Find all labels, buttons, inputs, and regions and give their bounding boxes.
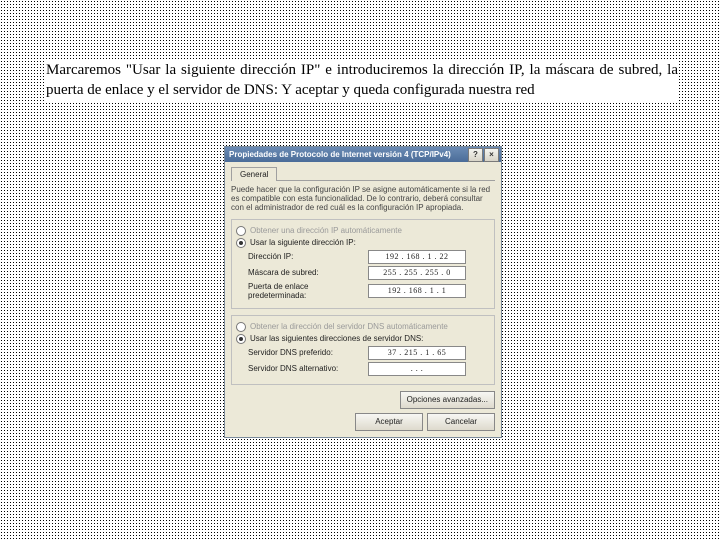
window-title: Propiedades de Protocolo de Internet ver… bbox=[227, 150, 467, 159]
description-text: Puede hacer que la configuración IP se a… bbox=[231, 185, 495, 213]
ok-button[interactable]: Aceptar bbox=[355, 413, 423, 431]
radio-icon bbox=[236, 226, 246, 236]
tab-general[interactable]: General bbox=[231, 167, 277, 181]
dns2-input[interactable]: . . . bbox=[368, 362, 466, 376]
radio-static-ip-label: Usar la siguiente dirección IP: bbox=[250, 238, 356, 247]
titlebar[interactable]: Propiedades de Protocolo de Internet ver… bbox=[225, 147, 501, 162]
advanced-button[interactable]: Opciones avanzadas... bbox=[400, 391, 495, 409]
radio-static-dns-label: Usar las siguientes direcciones de servi… bbox=[250, 334, 423, 343]
radio-static-dns[interactable]: Usar las siguientes direcciones de servi… bbox=[236, 334, 490, 344]
dns2-label: Servidor DNS alternativo: bbox=[248, 364, 368, 373]
radio-auto-dns: Obtener la dirección del servidor DNS au… bbox=[236, 322, 490, 332]
radio-static-ip[interactable]: Usar la siguiente dirección IP: bbox=[236, 238, 490, 248]
tab-strip: General bbox=[231, 166, 495, 181]
radio-auto-ip[interactable]: Obtener una dirección IP automáticamente bbox=[236, 226, 490, 236]
radio-auto-dns-label: Obtener la dirección del servidor DNS au… bbox=[250, 322, 448, 331]
radio-icon bbox=[236, 238, 246, 248]
dns1-label: Servidor DNS preferido: bbox=[248, 348, 368, 357]
instruction-text: Marcaremos "Usar la siguiente dirección … bbox=[46, 60, 678, 101]
mask-label: Máscara de subred: bbox=[248, 268, 368, 277]
tcpip-properties-dialog: Propiedades de Protocolo de Internet ver… bbox=[224, 146, 502, 438]
radio-icon bbox=[236, 322, 246, 332]
ip-input[interactable]: 192 . 168 . 1 . 22 bbox=[368, 250, 466, 264]
mask-input[interactable]: 255 . 255 . 255 . 0 bbox=[368, 266, 466, 280]
radio-icon bbox=[236, 334, 246, 344]
dns1-input[interactable]: 37 . 215 . 1 . 65 bbox=[368, 346, 466, 360]
gateway-label: Puerta de enlace predeterminada: bbox=[248, 282, 368, 300]
cancel-button[interactable]: Cancelar bbox=[427, 413, 495, 431]
ip-label: Dirección IP: bbox=[248, 252, 368, 261]
dialog-backdrop: Propiedades de Protocolo de Internet ver… bbox=[224, 146, 500, 438]
gateway-input[interactable]: 192 . 168 . 1 . 1 bbox=[368, 284, 466, 298]
radio-auto-ip-label: Obtener una dirección IP automáticamente bbox=[250, 226, 402, 235]
help-button[interactable]: ? bbox=[468, 148, 483, 162]
dns-group: Obtener la dirección del servidor DNS au… bbox=[231, 315, 495, 385]
ip-group: Obtener una dirección IP automáticamente… bbox=[231, 219, 495, 309]
close-button[interactable]: × bbox=[484, 148, 499, 162]
